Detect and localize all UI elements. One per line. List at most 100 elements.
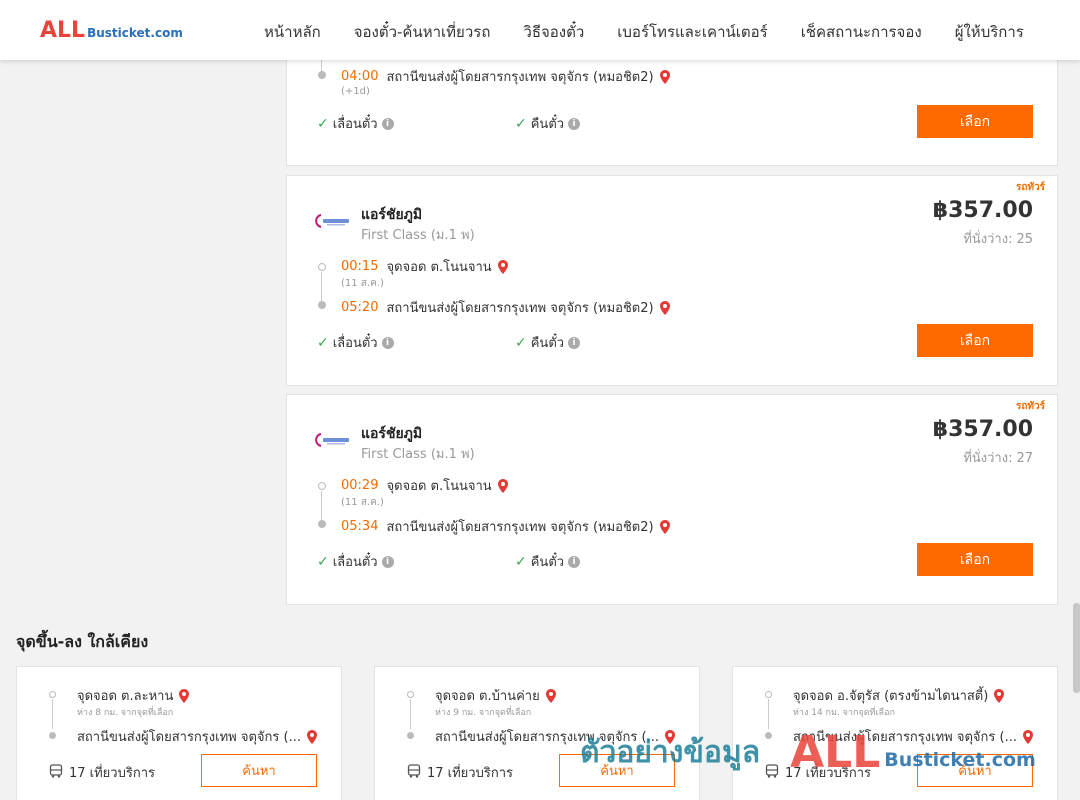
arrive-stop: 04:00 สถานีขนส่งผู้โดยสารกรุงเทพ จตุจักร… <box>341 66 670 87</box>
nearby-trips: 17 เที่ยวบริการ <box>407 762 513 783</box>
trip-card: รถทัวร์ แอร์ชัยภูมิ First Class (ม.1 พ) … <box>286 394 1058 605</box>
depart-date: (11 ส.ค.) <box>341 278 384 289</box>
feature-refund: ✓ คืนตั๋ว i <box>515 113 581 134</box>
location-pin-icon[interactable] <box>497 259 508 274</box>
feature-postpone-label: เลื่อนตั๋ว <box>332 555 378 570</box>
from-dot <box>407 691 414 698</box>
from-dot <box>765 691 772 698</box>
arrive-stop: 05:20 สถานีขนส่งผู้โดยสารกรุงเทพ จตุจักร… <box>341 297 670 318</box>
feature-postpone: ✓ เลื่อนตั๋ว i <box>317 551 394 572</box>
nearby-from: จุดจอด อ.จัตุรัส (ตรงข้ามไดนาสตี้) <box>793 685 1005 706</box>
location-pin-icon[interactable] <box>659 300 670 315</box>
feature-refund-label: คืนตั๋ว <box>530 336 565 351</box>
location-pin-icon[interactable] <box>994 688 1005 703</box>
depart-dot <box>318 263 326 271</box>
search-button[interactable]: ค้นหา <box>201 754 317 787</box>
trip-card: รถทัวร์ แอร์ชัยภูมิ First Class (ม.1 พ) … <box>286 175 1058 386</box>
nearby-from-label: จุดจอด อ.จัตุรัส (ตรงข้ามไดนาสตี้) <box>793 689 989 704</box>
operator-name: แอร์ชัยภูมิ <box>361 426 423 442</box>
depart-time: 00:29 <box>341 478 379 493</box>
nearby-from-label: จุดจอด ต.ละหาน <box>77 689 174 704</box>
nearby-trips-label: 17 เที่ยวบริการ <box>427 766 513 781</box>
feature-postpone-label: เลื่อนตั๋ว <box>332 336 378 351</box>
operator-logo-icon <box>313 432 351 448</box>
bus-class: First Class (ม.1 พ) <box>361 447 475 462</box>
bus-type-tag: รถทัวร์ <box>1015 401 1045 412</box>
seats-available: ที่นั่งว่าง: 25 <box>963 228 1033 249</box>
nearby-trips: 17 เที่ยวบริการ <box>49 762 155 783</box>
main-nav: หน้าหลัก จองตั๋ว-ค้นหาเที่ยวรถ วิธีจองตั… <box>264 20 1024 44</box>
info-icon[interactable]: i <box>568 555 581 568</box>
info-icon[interactable]: i <box>381 555 394 568</box>
bus-icon <box>407 763 421 782</box>
nav-operators[interactable]: ผู้ให้บริการ <box>955 20 1024 44</box>
check-icon: ✓ <box>317 334 329 351</box>
site-logo[interactable]: ALL Busticket.com <box>40 18 183 43</box>
nav-home[interactable]: หน้าหลัก <box>264 20 321 44</box>
arrive-place: สถานีขนส่งผู้โดยสารกรุงเทพ จตุจักร (หมอช… <box>386 301 654 316</box>
arrive-dot <box>318 520 326 528</box>
nearby-from: จุดจอด ต.บ้านค่าย <box>435 685 556 706</box>
depart-time: 00:15 <box>341 259 379 274</box>
info-icon[interactable]: i <box>381 336 394 349</box>
select-button[interactable]: เลือก <box>917 324 1033 357</box>
from-dot <box>49 691 56 698</box>
nearby-from-label: จุดจอด ต.บ้านค่าย <box>435 689 540 704</box>
nearby-trips-label: 17 เที่ยวบริการ <box>69 766 155 781</box>
arrive-note: (+1d) <box>341 86 370 97</box>
location-pin-icon[interactable] <box>497 478 508 493</box>
seats-count: 27 <box>1016 451 1033 466</box>
location-pin-icon[interactable] <box>306 729 317 744</box>
feature-refund-label: คืนตั๋ว <box>530 117 565 132</box>
arrive-stop: 05:34 สถานีขนส่งผู้โดยสารกรุงเทพ จตุจักร… <box>341 516 670 537</box>
info-icon[interactable]: i <box>568 117 581 130</box>
to-dot <box>407 732 414 739</box>
check-icon: ✓ <box>515 115 527 132</box>
watermark-all: ALL <box>790 727 881 778</box>
nearby-distance: ห่าง 9 กม. จากจุดที่เลือก <box>435 708 532 718</box>
depart-stop: 00:15 จุดจอด ต.โนนจาน <box>341 256 508 277</box>
logo-busticket-text: Busticket.com <box>87 26 183 40</box>
route-line <box>321 272 322 301</box>
site-header: ALL Busticket.com หน้าหลัก จองตั๋ว-ค้นหา… <box>0 0 1080 60</box>
page-scrollbar[interactable] <box>1073 603 1080 693</box>
route-line <box>321 491 322 520</box>
ticket-price: ฿357.00 <box>932 417 1033 442</box>
watermark-text: ตัวอย่างข้อมูล <box>580 735 761 770</box>
seats-label: ที่นั่งว่าง: <box>963 451 1013 466</box>
to-dot <box>49 732 56 739</box>
arrive-place: สถานีขนส่งผู้โดยสารกรุงเทพ จตุจักร (หมอช… <box>386 520 654 535</box>
bus-class: First Class (ม.1 พ) <box>361 228 475 243</box>
operator-name: แอร์ชัยภูมิ <box>361 207 423 223</box>
select-button[interactable]: เลือก <box>917 543 1033 576</box>
bus-icon <box>49 763 63 782</box>
check-icon: ✓ <box>317 553 329 570</box>
depart-stop: 00:29 จุดจอด ต.โนนจาน <box>341 475 508 496</box>
seats-label: ที่นั่งว่าง: <box>963 232 1013 247</box>
depart-place: จุดจอด ต.โนนจาน <box>386 260 492 275</box>
select-button[interactable]: เลือก <box>917 105 1033 138</box>
bus-type-tag: รถทัวร์ <box>1015 182 1045 193</box>
nearby-to: สถานีขนส่งผู้โดยสารกรุงเทพ จตุจักร (... <box>77 726 317 747</box>
info-icon[interactable]: i <box>568 336 581 349</box>
nearby-section-title: จุดขึ้น-ลง ใกล้เคียง <box>16 632 149 651</box>
nearby-card: จุดจอด ต.ละหาน ห่าง 8 กม. จากจุดที่เลือก… <box>16 666 342 800</box>
seats-available: ที่นั่งว่าง: 27 <box>963 447 1033 468</box>
ticket-price: ฿357.00 <box>932 198 1033 223</box>
location-pin-icon[interactable] <box>179 688 190 703</box>
nav-check-status[interactable]: เช็คสถานะการจอง <box>801 20 922 44</box>
nav-how-to-book[interactable]: วิธีจองตั๋ว <box>523 20 584 44</box>
info-icon[interactable]: i <box>381 117 394 130</box>
feature-refund: ✓ คืนตั๋ว i <box>515 551 581 572</box>
nav-phone-counter[interactable]: เบอร์โทรและเคาน์เตอร์ <box>617 20 767 44</box>
arrive-time: 05:34 <box>341 519 379 534</box>
arrive-time: 04:00 <box>341 69 379 84</box>
nav-book-search[interactable]: จองตั๋ว-ค้นหาเที่ยวรถ <box>354 20 491 44</box>
location-pin-icon[interactable] <box>545 688 556 703</box>
location-pin-icon[interactable] <box>659 519 670 534</box>
route-line <box>768 699 769 729</box>
feature-postpone-label: เลื่อนตั๋ว <box>332 117 378 132</box>
arrive-place: สถานีขนส่งผู้โดยสารกรุงเทพ จตุจักร (หมอช… <box>386 70 654 85</box>
location-pin-icon[interactable] <box>659 69 670 84</box>
check-icon: ✓ <box>515 553 527 570</box>
